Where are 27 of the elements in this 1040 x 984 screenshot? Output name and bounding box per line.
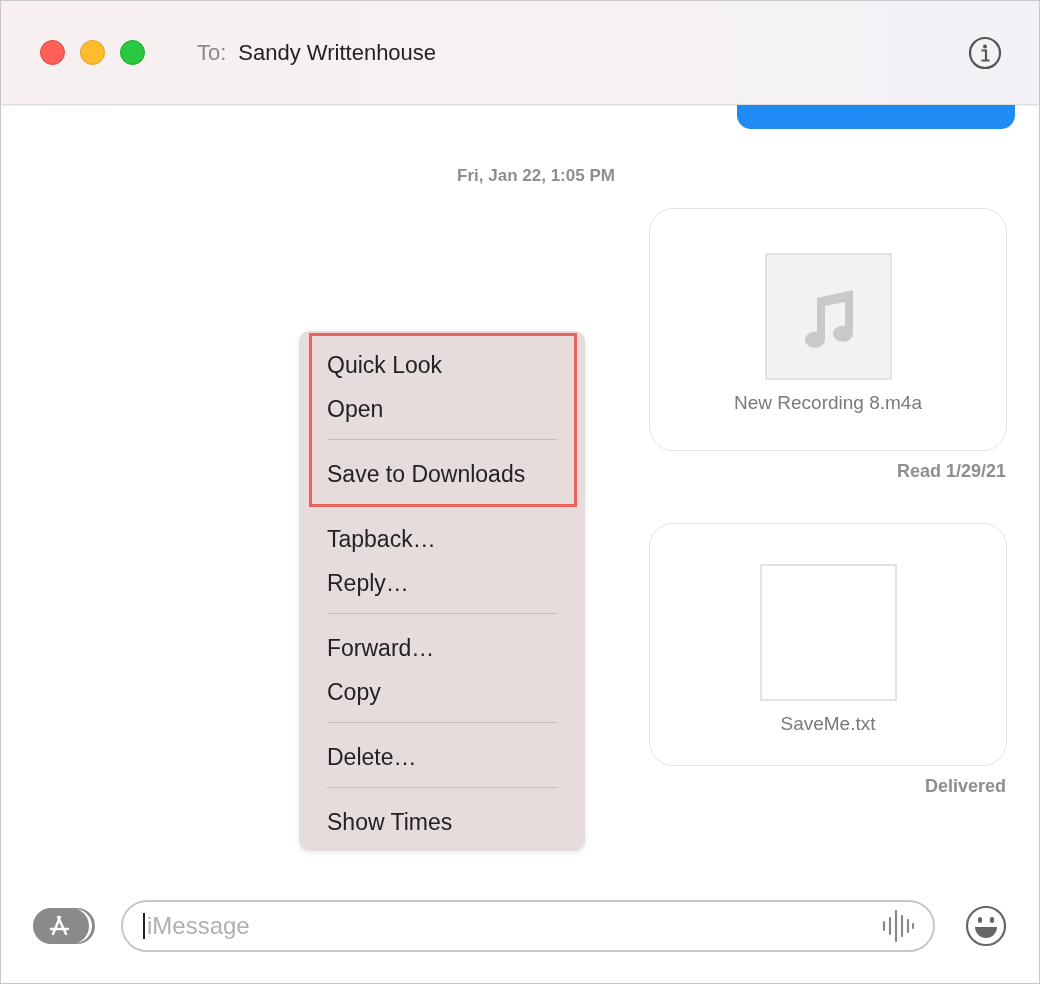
emoji-icon[interactable] [965,905,1007,947]
delivery-status: Read 1/29/21 [896,461,1006,483]
zoom-button[interactable] [120,40,145,65]
to-label: To: [197,39,227,66]
menu-item[interactable]: Copy [299,670,585,714]
file-name: SaveMe.txt [780,713,876,735]
close-button[interactable] [40,40,65,65]
menu-item[interactable]: Delete… [299,735,585,779]
menu-item[interactable]: Save to Downloads [312,452,574,496]
menu-item[interactable]: Tapback… [299,517,585,561]
message-input[interactable]: iMessage [145,912,881,940]
delivery-status: Delivered [924,776,1006,798]
attachment-bubble[interactable]: SaveMe.txt [649,523,1007,766]
menu-item[interactable]: Forward… [299,626,585,670]
menu-item[interactable]: Reply… [299,561,585,605]
timestamp: Fri, Jan 22, 1:05 PM [457,166,615,186]
file-name: New Recording 8.m4a [734,392,922,414]
recipient-name: Sandy Writtenhouse [238,39,437,66]
menu-item[interactable]: Show Times [299,800,585,844]
attachment-bubble[interactable]: New Recording 8.m4a [649,208,1007,451]
info-icon[interactable] [968,35,1002,70]
minimize-button[interactable] [80,40,105,65]
text-cursor [143,913,145,939]
menu-item[interactable]: Quick Look [312,343,574,387]
audio-waveform-icon[interactable] [881,908,915,944]
message-field[interactable]: iMessage [121,900,935,952]
menu-item[interactable]: Open [312,387,574,431]
